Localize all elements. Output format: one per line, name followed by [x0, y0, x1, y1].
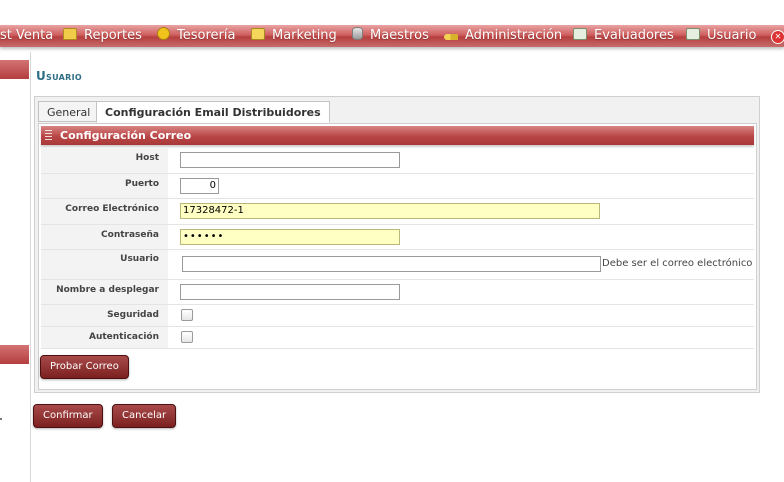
sidebar-header-1[interactable] [0, 60, 29, 79]
form-row-nombre: Nombre a desplegar [41, 280, 754, 305]
menu-label: Marketing [272, 28, 337, 43]
puerto-label: Puerto [41, 174, 168, 198]
test-email-button[interactable]: Probar Correo [40, 355, 129, 379]
display-name-input[interactable] [180, 284, 400, 300]
password-label: Contraseña [41, 225, 168, 249]
sidebar-header-2[interactable] [0, 345, 29, 364]
page-title: Usuario [36, 69, 82, 83]
password-input[interactable] [180, 229, 400, 245]
confirm-button[interactable]: Confirmar [33, 404, 103, 428]
cancel-button[interactable]: Cancelar [112, 404, 177, 428]
sidebar-divider [30, 52, 31, 482]
menu-label: Usuario [707, 28, 757, 43]
form-row-usuario: Usuario Debe ser el correo electrónico [41, 250, 754, 280]
menu-item-usuario[interactable]: Usuario [686, 27, 756, 45]
menu-item-post-venta[interactable]: st Venta [0, 27, 53, 45]
menu-item-reportes[interactable]: Reportes [63, 27, 142, 45]
display-name-label: Nombre a desplegar [41, 280, 168, 304]
menu-item-marketing[interactable]: Marketing [251, 27, 337, 45]
menu-label: Maestros [370, 28, 429, 43]
usuario-label: Usuario [41, 250, 168, 279]
app-icon [686, 28, 700, 40]
usuario-hint: Debe ser el correo electrónico [602, 258, 753, 269]
form-row-host: Host [41, 148, 754, 174]
host-input[interactable] [180, 152, 400, 168]
menu-label: Reportes [84, 28, 142, 43]
key-icon [444, 34, 458, 40]
message-icon [251, 28, 265, 40]
menu-label: Tesorería [177, 28, 236, 43]
port-input[interactable] [180, 178, 219, 194]
folder-icon [63, 28, 77, 40]
tab-panel: General Configuración Email Distribuidor… [34, 96, 760, 393]
menu-item-maestros[interactable]: Maestros [352, 27, 429, 45]
section-header[interactable]: Configuración Correo [41, 126, 754, 145]
usuario-input[interactable] [182, 256, 601, 272]
form-row-correo: Correo Electrónico [41, 199, 754, 225]
menu-label: Evaluadores [594, 28, 674, 43]
menu-label: Administración [465, 28, 563, 43]
database-icon [352, 27, 363, 40]
form-row-autenticacion: Autenticación [41, 327, 754, 349]
authentication-checkbox[interactable] [181, 331, 193, 343]
menu-label: st Venta [0, 28, 54, 43]
email-label: Correo Electrónico [41, 199, 168, 224]
security-checkbox[interactable] [181, 309, 193, 321]
sidebar-marker [0, 418, 2, 420]
menu-item-administracion[interactable]: Administración [444, 27, 562, 45]
email-input[interactable] [180, 203, 600, 219]
section-title: Configuración Correo [60, 129, 192, 142]
coin-icon [157, 27, 170, 40]
tab-general[interactable]: General [38, 101, 100, 122]
close-icon[interactable]: ✕ [771, 30, 784, 44]
security-label: Seguridad [41, 305, 168, 326]
form-row-password: Contraseña [41, 225, 754, 250]
tab-content: Configuración Correo Host Puerto Correo … [38, 123, 757, 390]
authentication-label: Autenticación [41, 327, 168, 348]
top-menu-bar: st Venta Reportes Tesorería Marketing Ma… [0, 25, 784, 47]
tab-email-distribuidores[interactable]: Configuración Email Distribuidores [96, 101, 330, 123]
host-label: Host [41, 148, 168, 173]
menu-item-tesoreria[interactable]: Tesorería [157, 27, 235, 45]
grip-icon [45, 130, 52, 141]
form-row-puerto: Puerto [41, 174, 754, 199]
form-row-seguridad: Seguridad [41, 305, 754, 327]
app-icon [573, 28, 587, 40]
menu-item-evaluadores[interactable]: Evaluadores [573, 27, 674, 45]
